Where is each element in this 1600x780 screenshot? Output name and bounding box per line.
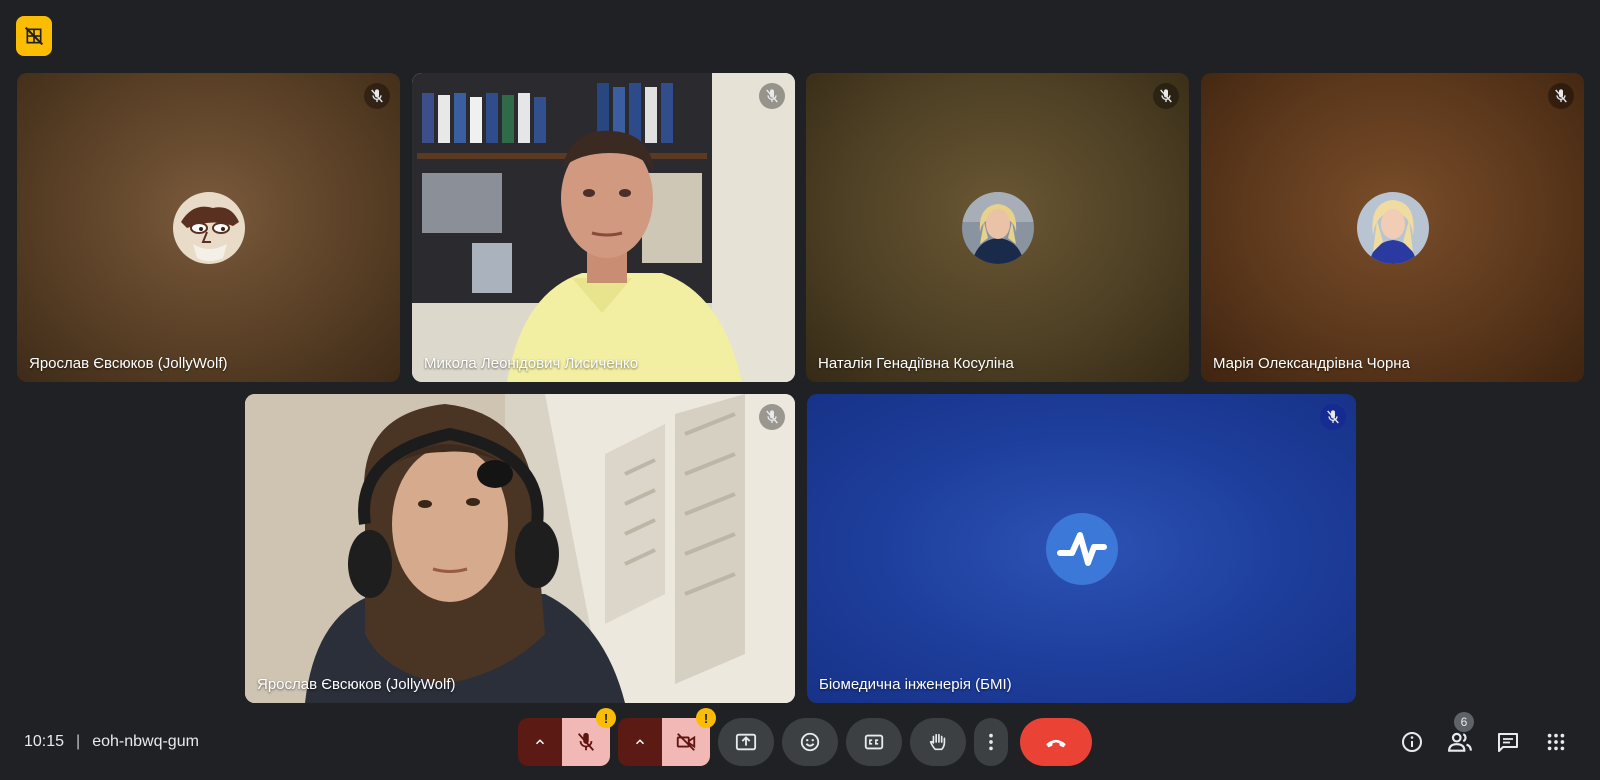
muted-mic-indicator [364,83,390,109]
camera-warning-badge: ! [696,708,716,728]
hidden-video-badge[interactable] [16,16,52,56]
meeting-details-button[interactable] [1388,718,1436,766]
controls-group: ! ! [518,708,1100,766]
participant-name: Біомедична інженерія (БМІ) [819,676,1012,693]
meeting-code: eoh-nbwq-gum [92,733,199,750]
participant-name: Наталія Генадіївна Косуліна [818,355,1014,372]
participant-name: Ярослав Євсюков (JollyWolf) [29,355,228,372]
pulse-logo-icon [1045,512,1118,585]
grid-off-icon [24,26,44,46]
mic-off-icon [1555,89,1567,103]
muted-mic-indicator [1320,404,1346,430]
call-controls-bar: 10:15 | eoh-nbwq-gum ! ! 6 [0,708,1600,772]
more-vert-icon [989,733,993,751]
participant-video [245,394,795,703]
separator: | [76,733,81,750]
mic-off-icon [1327,410,1339,424]
participant-tile[interactable]: Микола Леонідович Лисиченко [412,73,795,382]
avatar [961,191,1034,264]
captions-button[interactable] [846,718,902,766]
hand-icon [929,733,946,751]
info-icon [1402,732,1422,752]
mic-off-icon [766,410,778,424]
meeting-info: 10:15 | eoh-nbwq-gum [24,733,199,751]
chat-icon [1498,733,1518,752]
participant-name: Марія Олександрівна Чорна [1213,355,1410,372]
muted-mic-indicator [1153,83,1179,109]
mic-off-icon [371,89,383,103]
chevron-up-icon [635,739,645,745]
chevron-up-icon [535,739,545,745]
present-screen-button[interactable] [718,718,774,766]
people-button[interactable]: 6 [1436,712,1484,766]
participant-name: Микола Леонідович Лисиченко [424,355,639,372]
avatar [1356,191,1429,264]
mic-off-icon [577,732,595,751]
mic-off-icon [1160,89,1172,103]
mic-off-icon [766,89,778,103]
participant-tile[interactable]: Ярослав Євсюков (JollyWolf) [17,73,400,382]
reactions-button[interactable] [782,718,838,766]
participant-tile[interactable]: Наталія Генадіївна Косуліна [806,73,1189,382]
participant-name: Ярослав Євсюков (JollyWolf) [257,676,456,693]
camera-control: ! [618,708,716,766]
participant-count-badge: 6 [1454,712,1474,732]
mic-warning-badge: ! [596,708,616,728]
present-to-all-icon [735,733,757,751]
emoji-icon [800,732,820,752]
activities-button[interactable] [1532,718,1580,766]
muted-mic-indicator [759,83,785,109]
camera-options-button[interactable] [618,718,662,766]
participant-video [412,73,795,382]
chat-button[interactable] [1484,718,1532,766]
clock-time: 10:15 [24,733,65,750]
raise-hand-button[interactable] [910,718,966,766]
muted-mic-indicator [759,404,785,430]
mic-control: ! [518,708,616,766]
videocam-off-icon [676,733,696,751]
mic-options-button[interactable] [518,718,562,766]
people-icon [1448,732,1472,752]
more-options-button[interactable] [974,718,1008,766]
participant-tile[interactable]: Біомедична інженерія (БМІ) [807,394,1356,703]
call-end-icon [1046,739,1066,748]
avatar [1045,512,1118,585]
muted-mic-indicator [1548,83,1574,109]
side-panel-controls: 6 [1388,712,1580,766]
avatar [172,191,245,264]
closed-caption-icon [864,734,884,750]
apps-grid-icon [1547,733,1565,751]
leave-call-button[interactable] [1020,718,1092,766]
participant-tile[interactable]: Марія Олександрівна Чорна [1201,73,1584,382]
participant-tile[interactable]: Ярослав Євсюков (JollyWolf) [245,394,795,703]
